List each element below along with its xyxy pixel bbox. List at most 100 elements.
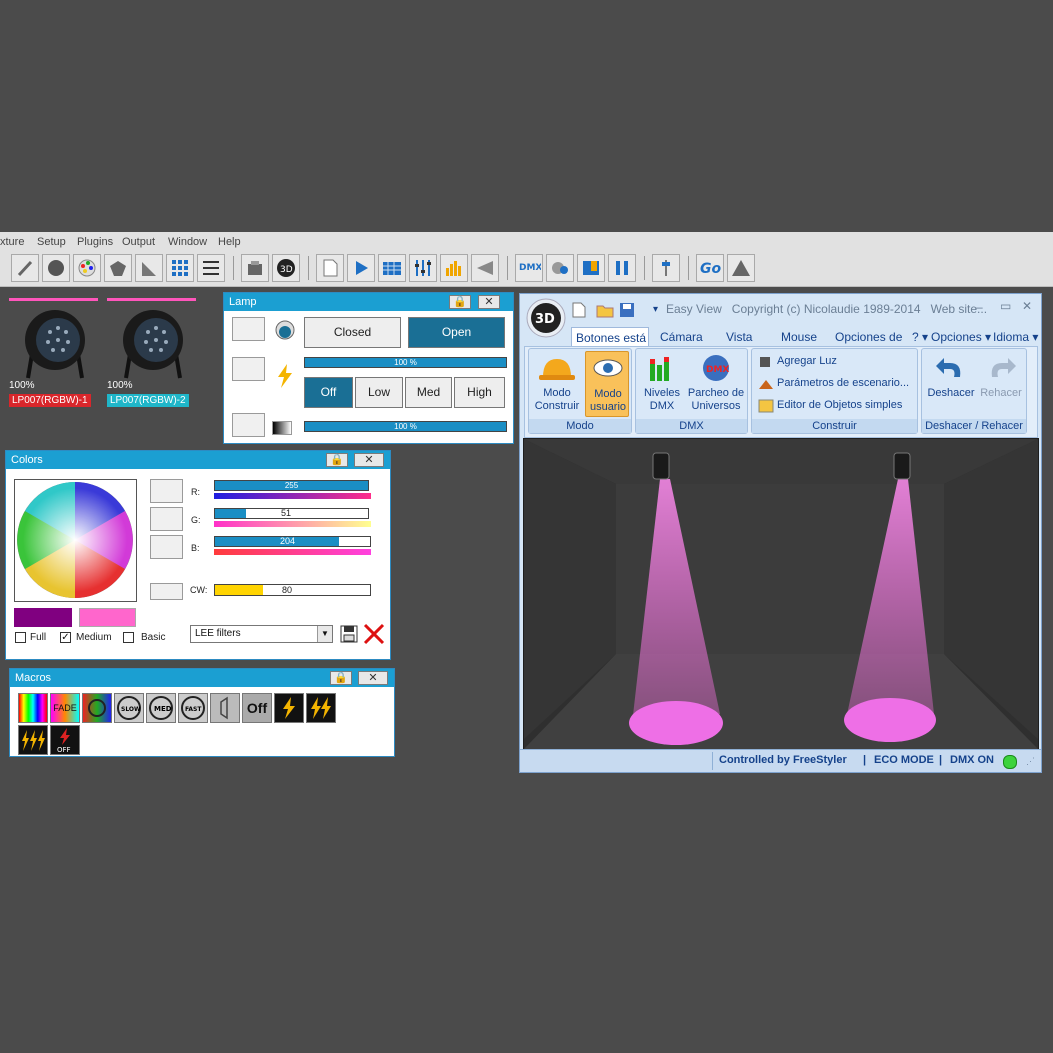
editor-objetos-button[interactable]: Editor de Objetos simples [777, 399, 902, 411]
rehacer-button[interactable]: Rehacer [976, 353, 1026, 403]
circle-icon[interactable] [42, 254, 70, 282]
play-icon[interactable] [347, 254, 375, 282]
color-wheel-picker[interactable] [14, 479, 137, 602]
lock-icon[interactable]: 🔒 [330, 671, 352, 685]
stage-icon[interactable] [241, 254, 269, 282]
green-slider-track[interactable] [214, 508, 369, 519]
shutter-closed-button[interactable]: Closed [304, 317, 401, 348]
gobo-icon[interactable] [104, 254, 132, 282]
cw-slider-track[interactable] [214, 584, 371, 596]
sound-macro-button[interactable] [210, 693, 240, 723]
medium-checkbox[interactable]: ✓ [60, 632, 71, 643]
off-macro-button[interactable]: Off [242, 693, 272, 723]
basic-checkbox[interactable] [123, 632, 134, 643]
shutter-preset-swatch[interactable] [232, 317, 265, 341]
strobe-off-macro-button[interactable]: OFF [50, 725, 80, 755]
strobe-3-macro-button[interactable] [18, 725, 48, 755]
dmx-icon[interactable]: DMX [515, 254, 543, 282]
chevron-down-icon[interactable]: ▼ [317, 626, 332, 642]
current-color-swatch[interactable] [14, 608, 72, 627]
fixture-2-label[interactable]: LP007(RGBW)-2 [107, 394, 189, 407]
mode-low-button[interactable]: Low [355, 377, 403, 408]
faders-icon[interactable] [409, 254, 437, 282]
menu-help[interactable]: Help [218, 236, 241, 248]
fade-macro-button[interactable]: FADE [50, 693, 80, 723]
equalizer-icon[interactable] [440, 254, 468, 282]
list-icon[interactable] [197, 254, 225, 282]
new-file-icon[interactable] [572, 302, 586, 318]
menu-fixture[interactable]: xture [0, 236, 24, 248]
scene-icon[interactable] [577, 254, 605, 282]
pen-icon[interactable] [11, 254, 39, 282]
maximize-icon[interactable]: ▭ [1000, 299, 1011, 313]
close-icon[interactable]: ✕ [354, 453, 384, 467]
save-icon[interactable] [340, 625, 358, 643]
menu-output[interactable]: Output [122, 236, 155, 248]
cw-preset-swatch[interactable] [150, 583, 183, 600]
grid-icon[interactable] [166, 254, 194, 282]
red-slider[interactable]: 255 [214, 480, 369, 491]
lock-icon[interactable]: 🔒 [326, 453, 348, 467]
modo-construir-button[interactable]: Modo Construir [531, 353, 583, 415]
resize-grip-icon[interactable]: ⋰ [1026, 756, 1035, 767]
strobe-1-macro-button[interactable] [274, 693, 304, 723]
tab-opciones[interactable]: Opciones ▾ [931, 327, 991, 347]
dimmer-preset-swatch[interactable] [232, 413, 265, 437]
slow-macro-button[interactable]: SLOW [114, 693, 144, 723]
tab-idioma[interactable]: Idioma ▾ [993, 327, 1038, 347]
tab-mouse[interactable]: Mouse [781, 327, 817, 347]
color-cycle-macro-button[interactable] [82, 693, 112, 723]
menu-setup[interactable]: Setup [37, 236, 66, 248]
blue-preset-swatch[interactable] [150, 535, 183, 559]
strobe-preset-swatch[interactable] [232, 357, 265, 381]
quick-access-menu-icon[interactable]: ▾ [653, 304, 658, 315]
close-icon[interactable]: ✕ [358, 671, 388, 685]
menu-window[interactable]: Window [168, 236, 207, 248]
cue-grid-icon[interactable] [378, 254, 406, 282]
mode-med-button[interactable]: Med [405, 377, 452, 408]
fast-macro-button[interactable]: FAST [178, 693, 208, 723]
mode-high-button[interactable]: High [454, 377, 505, 408]
strobe-2-macro-button[interactable] [306, 693, 336, 723]
save-file-icon[interactable] [619, 302, 635, 318]
red-preset-swatch[interactable] [150, 479, 183, 503]
tab-camara[interactable]: Cámara [660, 327, 703, 347]
master-fader-icon[interactable] [652, 254, 680, 282]
strobe-slider[interactable]: 100 % [304, 357, 507, 368]
warning-icon[interactable] [727, 254, 755, 282]
close-icon[interactable]: ✕ [1022, 299, 1032, 313]
prism-icon[interactable] [135, 254, 163, 282]
go-icon[interactable]: Go [696, 254, 724, 282]
tab-botones[interactable]: Botones está [571, 327, 649, 348]
fixture-1-par-icon[interactable] [18, 304, 92, 382]
tab-opciones-de[interactable]: Opciones de [835, 327, 902, 347]
3d-view-icon[interactable]: 3D [272, 254, 300, 282]
fixture-1-label[interactable]: LP007(RGBW)-1 [9, 394, 91, 407]
fixture-2-par-icon[interactable] [116, 304, 190, 382]
delete-icon[interactable] [363, 623, 385, 645]
shutter-open-button[interactable]: Open [408, 317, 505, 348]
minimize-icon[interactable]: – [976, 300, 983, 314]
dimmer-slider[interactable]: 100 % [304, 421, 507, 432]
target-color-swatch[interactable] [79, 608, 136, 627]
pause-icon[interactable] [608, 254, 636, 282]
open-folder-icon[interactable] [596, 302, 614, 318]
3d-logo-icon[interactable]: 3D [526, 298, 566, 338]
agregar-luz-button[interactable]: Agregar Luz [777, 355, 837, 367]
deshacer-button[interactable]: Deshacer [926, 353, 976, 403]
niveles-dmx-button[interactable]: Niveles DMX [638, 353, 686, 415]
lock-icon[interactable]: 🔒 [449, 295, 471, 309]
beam-icon[interactable] [471, 254, 499, 282]
modo-usuario-button[interactable]: Modo usuario [585, 351, 629, 417]
tab-help[interactable]: ? ▾ [912, 327, 928, 347]
parcheo-universos-button[interactable]: DMX Parcheo de Universos [686, 353, 746, 415]
color-palette-icon[interactable] [73, 254, 101, 282]
filter-select[interactable]: LEE filters ▼ [190, 625, 333, 643]
mode-off-button[interactable]: Off [304, 377, 353, 408]
3d-viewport[interactable] [523, 438, 1039, 750]
close-icon[interactable]: ✕ [478, 295, 500, 309]
menu-plugins[interactable]: Plugins [77, 236, 113, 248]
new-page-icon[interactable] [316, 254, 344, 282]
parametros-escenario-button[interactable]: Parámetros de escenario... [777, 377, 909, 389]
fixture-settings-icon[interactable] [546, 254, 574, 282]
